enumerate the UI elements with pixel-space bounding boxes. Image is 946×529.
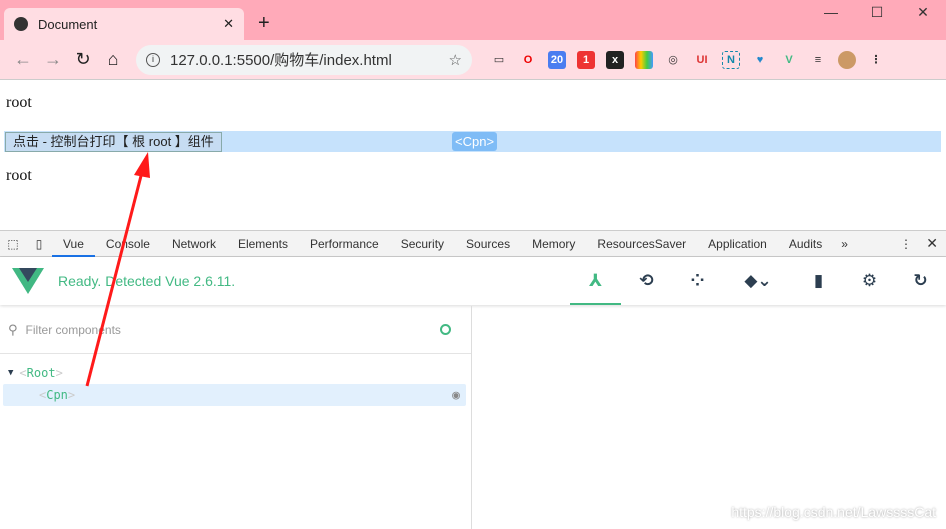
annotation-arrow [85,152,150,387]
watermark: https://blog.csdn.net/LawssssCat [731,504,936,520]
